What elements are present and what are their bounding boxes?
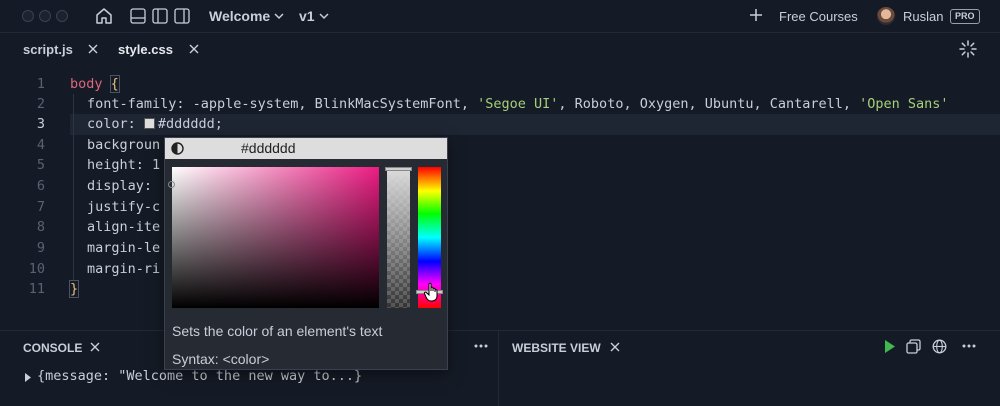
indent-guide <box>73 94 74 280</box>
code-line-6[interactable]: display: <box>87 176 160 196</box>
tab-bar: script.js style.css <box>0 33 1000 65</box>
window-close-dot[interactable] <box>22 10 34 22</box>
code-line-1[interactable]: body { <box>70 74 120 94</box>
title-bar: Welcome v1 Free Courses Ruslan PRO <box>0 0 1000 33</box>
code-line-8[interactable]: align-ite <box>87 217 160 237</box>
code-line-10[interactable]: margin-ri <box>87 259 160 279</box>
color-preview-header[interactable]: #dddddd <box>165 138 447 159</box>
project-title[interactable]: Welcome <box>209 8 270 24</box>
avatar[interactable] <box>877 7 895 25</box>
line-number: 1 <box>36 76 45 92</box>
window-minimize-dot[interactable] <box>39 10 51 22</box>
code-line-11[interactable]: } <box>68 279 80 299</box>
code-line-7[interactable]: justify-c <box>87 197 160 217</box>
window-maximize-dot[interactable] <box>56 10 68 22</box>
expand-caret-icon[interactable] <box>24 373 32 382</box>
version-selector[interactable]: v1 <box>299 8 315 24</box>
css-color-value: #dddddd; <box>157 116 223 132</box>
code-line-4[interactable]: backgroun <box>87 135 160 155</box>
layout-left-panel-icon[interactable] <box>130 8 146 24</box>
tab-script-js[interactable]: script.js <box>23 42 73 57</box>
close-brace: } <box>68 280 80 298</box>
saturation-cursor[interactable] <box>168 181 175 188</box>
saturation-brightness-area[interactable] <box>172 167 379 308</box>
console-log-entry[interactable]: {message: "Welcome to the new way to...} <box>37 368 362 384</box>
close-icon[interactable] <box>610 342 620 352</box>
css-selector: body <box>70 76 103 92</box>
pro-badge: PRO <box>950 9 980 24</box>
code-line-5[interactable]: height: 1 <box>87 155 160 175</box>
chevron-down-icon[interactable] <box>319 11 329 21</box>
console-title: CONSOLE <box>23 341 83 355</box>
line-number: 2 <box>36 96 45 112</box>
close-icon[interactable] <box>88 44 98 54</box>
opacity-slider-handle[interactable] <box>385 167 412 171</box>
website-view-title: WEBSITE VIEW <box>512 341 601 355</box>
open-brace: { <box>109 75 120 93</box>
contrast-icon[interactable] <box>171 142 184 155</box>
line-number: 5 <box>36 157 45 173</box>
home-icon[interactable] <box>95 7 113 25</box>
line-number: 9 <box>36 240 45 256</box>
line-number: 4 <box>36 137 45 153</box>
free-courses-link[interactable]: Free Courses <box>779 9 858 24</box>
pane-divider[interactable] <box>498 330 499 406</box>
layout-right-panel-icon[interactable] <box>174 8 190 24</box>
css-string: 'Segoe UI' <box>477 96 559 112</box>
copy-icon[interactable] <box>906 339 921 354</box>
close-icon[interactable] <box>189 44 199 54</box>
loading-spinner-icon <box>959 40 977 58</box>
css-property: font-family: -apple-system, BlinkMacSyst… <box>87 96 478 112</box>
opacity-slider[interactable] <box>387 167 410 308</box>
line-number: 7 <box>36 199 45 215</box>
color-hex-value[interactable]: #dddddd <box>241 140 296 156</box>
globe-icon[interactable] <box>932 339 947 354</box>
line-number: 11 <box>28 281 45 297</box>
css-value: , Roboto, Oxygen, Ubuntu, Cantarell, <box>558 96 860 112</box>
tab-style-css[interactable]: style.css <box>118 42 173 57</box>
code-line-3[interactable]: color: #dddddd; <box>87 114 223 134</box>
plus-icon[interactable] <box>749 8 763 22</box>
color-swatch[interactable] <box>143 118 155 129</box>
line-number: 10 <box>28 261 45 277</box>
hand-pointer-icon <box>423 282 438 302</box>
css-property: color: <box>87 116 144 132</box>
play-icon[interactable] <box>882 339 897 354</box>
css-property: height: 1 <box>87 157 161 173</box>
user-name[interactable]: Ruslan <box>903 9 943 24</box>
chevron-down-icon[interactable] <box>274 11 284 21</box>
code-line-9[interactable]: margin-le <box>87 238 160 258</box>
line-number: 8 <box>36 219 45 235</box>
line-number: 6 <box>36 178 45 194</box>
line-number: 3 <box>36 116 45 132</box>
more-icon[interactable] <box>473 340 489 352</box>
close-icon[interactable] <box>90 342 100 352</box>
layout-split-icon[interactable] <box>152 8 168 24</box>
more-icon[interactable] <box>961 340 977 352</box>
code-line-2[interactable]: font-family: -apple-system, BlinkMacSyst… <box>87 94 949 114</box>
property-syntax: Syntax: <color> <box>172 351 270 367</box>
property-description: Sets the color of an element's text <box>172 323 383 339</box>
color-picker-popup[interactable]: #dddddd Sets the color of an element's t… <box>164 137 448 370</box>
css-string: 'Open Sans' <box>859 96 949 112</box>
